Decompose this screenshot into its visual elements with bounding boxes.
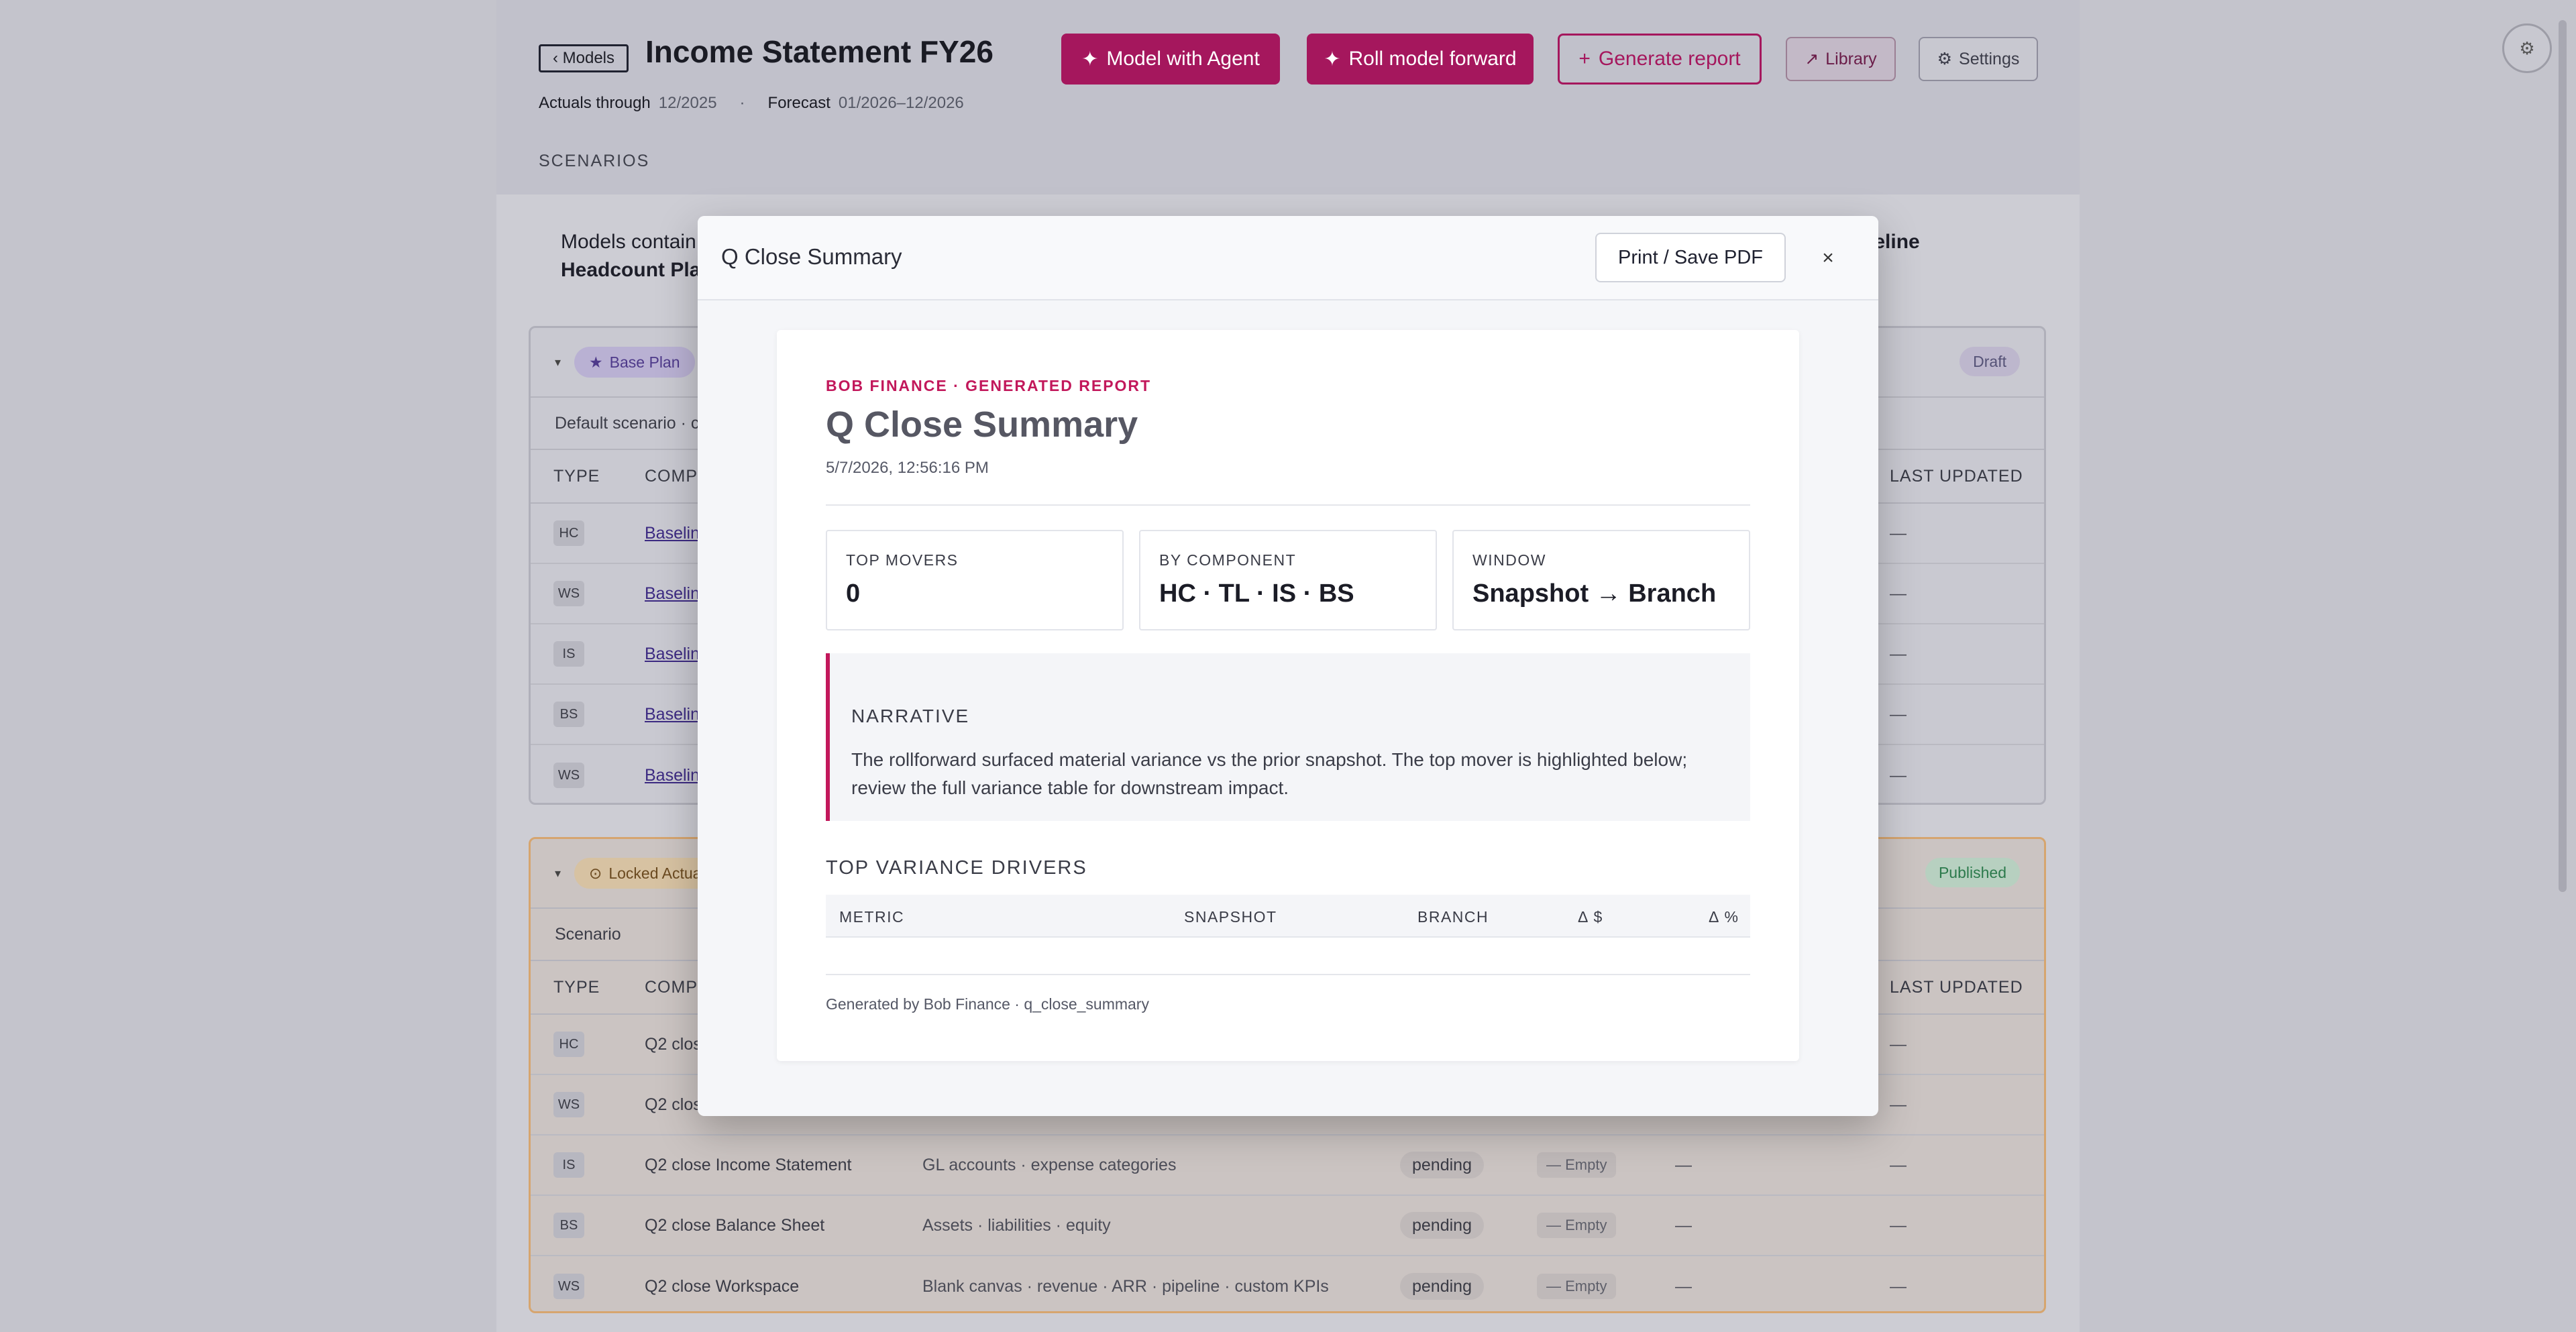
report-footer: Generated by Bob Finance · q_close_summa…: [826, 995, 1149, 1013]
stat-top-movers: TOP MOVERS 0: [826, 530, 1124, 630]
report-date: 5/7/2026, 12:56:16 PM: [826, 459, 989, 477]
modal-header: Q Close Summary Print / Save PDF ×: [698, 216, 1878, 300]
stat-window: WINDOW Snapshot → Branch: [1452, 530, 1750, 630]
stat-label: TOP MOVERS: [846, 551, 959, 569]
stat-value: Snapshot → Branch: [1472, 579, 1717, 608]
drivers-table-header: METRIC SNAPSHOT BRANCH Δ $ Δ %: [826, 895, 1750, 938]
divider: [826, 504, 1750, 506]
drivers-heading: TOP VARIANCE DRIVERS: [826, 857, 1087, 879]
col-metric: METRIC: [839, 908, 905, 926]
print-save-pdf-button[interactable]: Print / Save PDF: [1595, 233, 1786, 282]
narrative-block: NARRATIVE The rollforward surfaced mater…: [826, 653, 1750, 821]
narrative-body: The rollforward surfaced material varian…: [851, 749, 1688, 798]
col-branch: BRANCH: [1417, 908, 1489, 926]
narrative-heading: NARRATIVE: [851, 706, 970, 726]
stat-label: WINDOW: [1472, 551, 1546, 569]
col-snapshot: SNAPSHOT: [1184, 908, 1277, 926]
stat-value: HC · TL · IS · BS: [1159, 579, 1354, 608]
stat-label: BY COMPONENT: [1159, 551, 1297, 569]
q-close-summary-modal: Q Close Summary Print / Save PDF × BOB F…: [698, 216, 1878, 1116]
divider: [826, 974, 1750, 975]
stat-by-component: BY COMPONENT HC · TL · IS · BS: [1139, 530, 1437, 630]
stat-value: 0: [846, 579, 861, 608]
report-brand: BOB FINANCE · GENERATED REPORT: [826, 377, 1152, 394]
report-title: Q Close Summary: [826, 404, 1138, 445]
col-delta-dollar: Δ $: [1578, 908, 1603, 926]
modal-title: Q Close Summary: [721, 244, 902, 269]
col-delta-percent: Δ %: [1709, 908, 1739, 926]
close-icon[interactable]: ×: [1811, 241, 1845, 275]
report-sheet: BOB FINANCE · GENERATED REPORT Q Close S…: [777, 330, 1799, 1061]
